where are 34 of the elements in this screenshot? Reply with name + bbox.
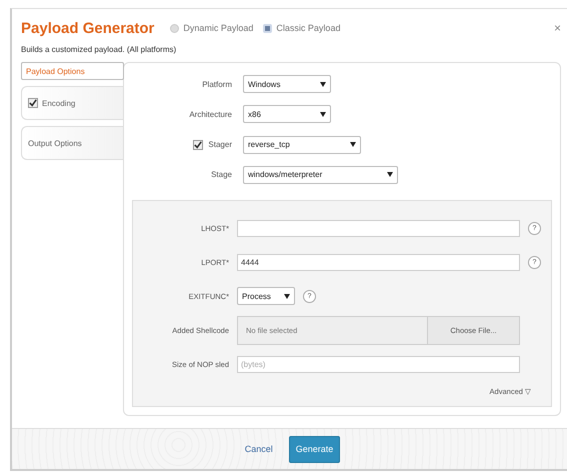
- dialog-subtitle: Builds a customized payload. (All platforms): [20, 44, 178, 54]
- input-field[interactable]: [237, 220, 520, 236]
- checkbox[interactable]: [28, 98, 38, 108]
- select-field[interactable]: Process: [237, 287, 295, 305]
- field-label: Stage: [211, 170, 232, 180]
- generate-button[interactable]: Generate: [288, 436, 340, 462]
- caret-icon: [320, 112, 326, 117]
- select-field[interactable]: reverse_tcp: [243, 136, 361, 154]
- sidebar-tab[interactable]: Payload Options: [21, 62, 124, 80]
- field-label: Platform: [202, 80, 232, 89]
- input-field[interactable]: 4444: [237, 254, 520, 270]
- caret-icon: [320, 82, 326, 87]
- radio-option[interactable]: Dynamic Payload: [170, 23, 254, 33]
- caret-icon: [284, 294, 290, 298]
- caret-icon: [387, 172, 393, 178]
- tab-label: Encoding: [42, 98, 76, 108]
- dialog-title: Payload Generator: [21, 20, 154, 36]
- radio-icon[interactable]: [263, 24, 272, 32]
- tab-label: Output Options: [28, 138, 82, 148]
- checkbox[interactable]: [193, 140, 204, 150]
- tab-label: Payload Options: [26, 66, 85, 76]
- cancel-link[interactable]: Cancel: [238, 443, 279, 455]
- radio-option[interactable]: Classic Payload: [263, 23, 340, 33]
- input-field[interactable]: (bytes): [237, 356, 520, 372]
- select-field[interactable]: x86: [243, 105, 331, 124]
- field-label: Architecture: [189, 110, 232, 119]
- caret-icon: [350, 142, 356, 148]
- radio-icon[interactable]: [170, 24, 180, 32]
- sidebar-tab[interactable]: Encoding: [21, 86, 123, 120]
- select-field[interactable]: Windows: [243, 75, 331, 94]
- close-button[interactable]: ×: [548, 21, 567, 35]
- sidebar-tab[interactable]: Output Options: [21, 126, 123, 160]
- select-field[interactable]: windows/meterpreter: [243, 166, 398, 184]
- field-label: Stager: [208, 140, 232, 150]
